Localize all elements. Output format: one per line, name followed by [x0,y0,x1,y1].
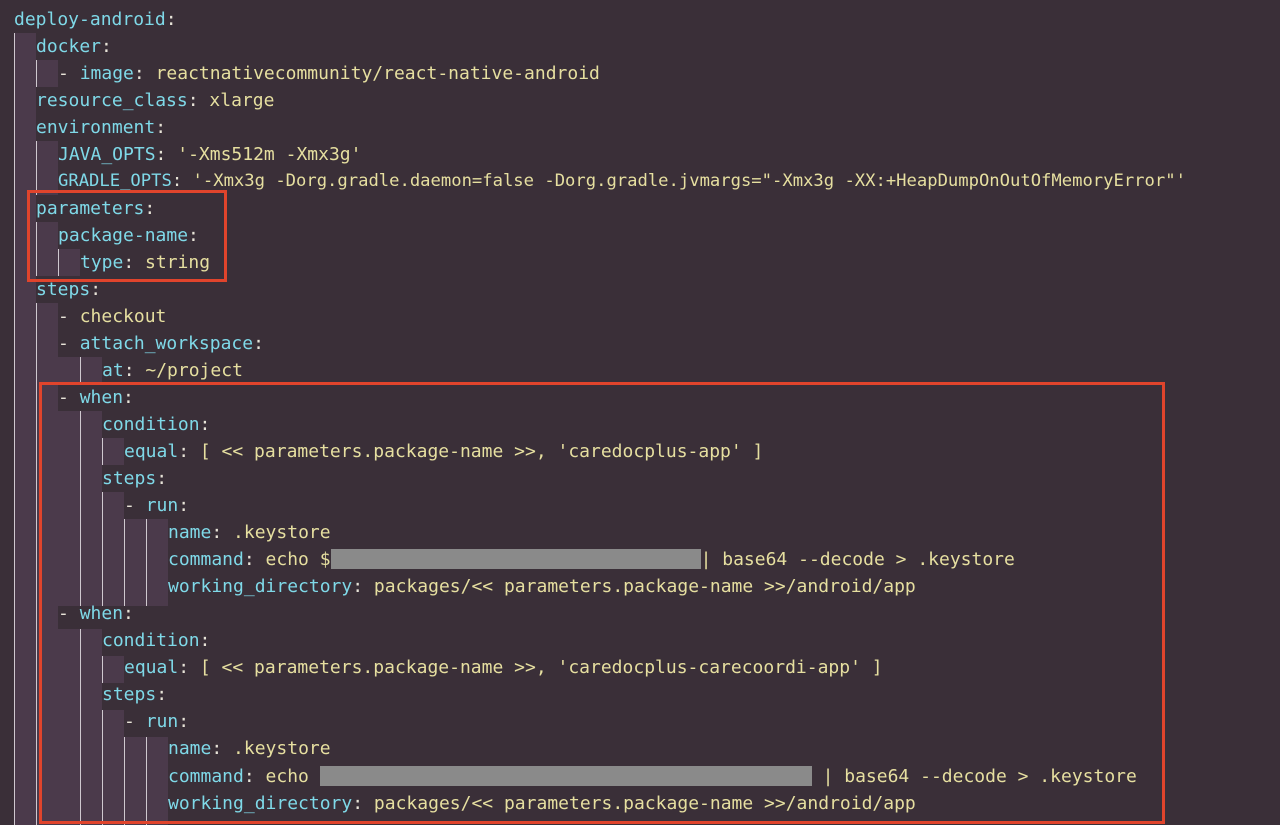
indent-guide-line [36,141,37,195]
code-line: environment: [36,114,166,141]
yaml-colon: : [155,117,167,138]
code-line: - attach_workspace: [58,330,264,357]
yaml-key: docker [36,36,102,57]
code-line: GRADLE_OPTS: '-Xmx3g -Dorg.gradle.daemon… [58,168,1186,195]
indent-guide-line [36,303,37,825]
yaml-colon: : [187,90,210,111]
yaml-key: JAVA_OPTS [58,144,156,165]
highlight-box-when-steps [39,382,1165,824]
code-line: at: ~/project [102,357,243,384]
code-line: deploy-android: [14,6,177,33]
indent-guide-line [36,60,37,87]
yaml-value: checkout [79,306,167,327]
list-dash: - [58,63,80,84]
yaml-key: environment [36,117,156,138]
yaml-value: ~/project [145,360,243,381]
yaml-value: '-Xms512m -Xmx3g' [177,144,362,165]
yaml-colon: : [123,360,146,381]
list-dash: - [58,306,80,327]
code-editor[interactable]: deploy-android: docker: - image: reactna… [0,0,1280,825]
yaml-key: resource_class [36,90,188,111]
indent-guide [14,33,36,825]
highlight-box-parameters [27,190,227,282]
code-line: - image: reactnativecommunity/react-nati… [58,60,600,87]
yaml-key: steps [36,279,91,300]
list-dash: - [58,333,80,354]
yaml-colon: : [253,333,264,354]
indent-guide [36,141,58,195]
code-line: JAVA_OPTS: '-Xms512m -Xmx3g' [58,141,361,168]
indent-guide-line [14,33,15,825]
code-line: resource_class: xlarge [36,87,274,114]
yaml-colon: : [155,144,178,165]
yaml-value: '-Xmx3g -Dorg.gradle.daemon=false -Dorg.… [192,171,1186,191]
indent-guide-line [80,357,81,384]
yaml-colon: : [165,9,177,30]
yaml-value: xlarge [209,90,275,111]
code-line: - checkout [58,303,166,330]
yaml-key: image [79,63,134,84]
yaml-value: reactnativecommunity/react-native-androi… [155,63,600,84]
yaml-key: attach_workspace [79,333,254,354]
yaml-key: at [102,360,124,381]
yaml-colon: : [101,36,112,57]
yaml-key: GRADLE_OPTS [58,171,172,191]
yaml-colon: : [90,279,102,300]
yaml-key: deploy-android [14,9,166,30]
code-line: docker: [36,33,112,60]
yaml-colon: : [133,63,156,84]
indent-guide [36,60,58,87]
yaml-colon: : [171,171,193,191]
